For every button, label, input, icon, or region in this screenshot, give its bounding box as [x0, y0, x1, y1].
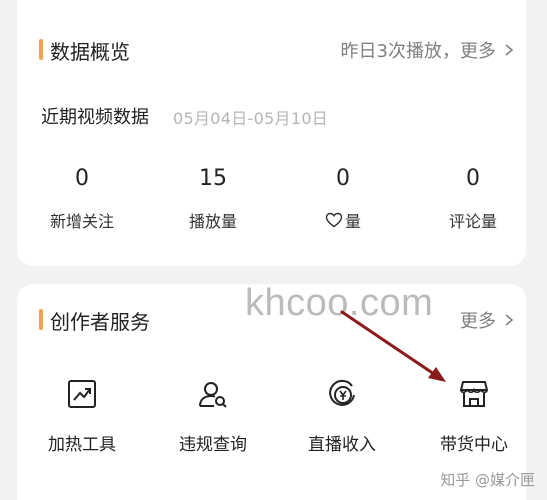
creator-services-title: 创作者服务 — [50, 310, 150, 334]
date-range: 05月04日-05月10日 — [173, 109, 329, 128]
data-overview-more-text: 昨日3次播放，更多 — [340, 41, 496, 62]
stat-likes[interactable]: 0 量 — [288, 164, 398, 232]
stat-comments[interactable]: 0 评论量 — [418, 164, 528, 232]
stat-value: 15 — [199, 166, 227, 191]
service-label: 违规查询 — [179, 435, 247, 455]
data-overview-header: 数据概览 昨日3次播放，更多 — [17, 0, 526, 64]
stat-value: 0 — [336, 166, 350, 191]
user-search-icon — [199, 382, 227, 408]
stat-label: 量 — [344, 212, 361, 231]
stat-value: 0 — [466, 166, 480, 191]
stat-label: 播放量 — [188, 212, 237, 231]
storefront-icon — [460, 381, 488, 407]
service-violation-check[interactable]: 违规查询 — [157, 378, 269, 455]
stat-label: 评论量 — [448, 212, 497, 231]
accent-bar — [39, 39, 43, 60]
watermark: khcoo.com — [245, 282, 434, 324]
chevron-right-icon — [505, 44, 514, 56]
service-heat-tool[interactable]: 加热工具 — [26, 378, 138, 455]
creator-services-more-link[interactable]: 更多 — [460, 307, 516, 333]
service-live-income[interactable]: 直播收入 — [286, 378, 398, 455]
chevron-right-icon — [505, 314, 514, 326]
service-label: 带货中心 — [440, 435, 508, 455]
recent-video-data-label: 近期视频数据 — [41, 107, 149, 128]
heart-outline-icon — [325, 212, 343, 228]
data-overview-title: 数据概览 — [50, 40, 130, 64]
creator-services-more-text: 更多 — [460, 311, 496, 332]
data-overview-more-link[interactable]: 昨日3次播放，更多 — [341, 37, 516, 63]
source-credit: 知乎 @媒介匣 — [440, 471, 535, 489]
stat-plays[interactable]: 15 播放量 — [158, 164, 268, 232]
trend-chart-icon — [68, 380, 96, 408]
stat-value: 0 — [75, 166, 89, 191]
service-commerce-center[interactable]: 带货中心 — [418, 378, 530, 455]
service-label: 直播收入 — [308, 435, 376, 455]
service-label: 加热工具 — [48, 435, 116, 455]
stat-new-followers[interactable]: 0 新增关注 — [27, 164, 137, 232]
accent-bar — [39, 309, 43, 330]
stat-label: 新增关注 — [49, 212, 114, 231]
live-income-icon — [329, 379, 355, 406]
